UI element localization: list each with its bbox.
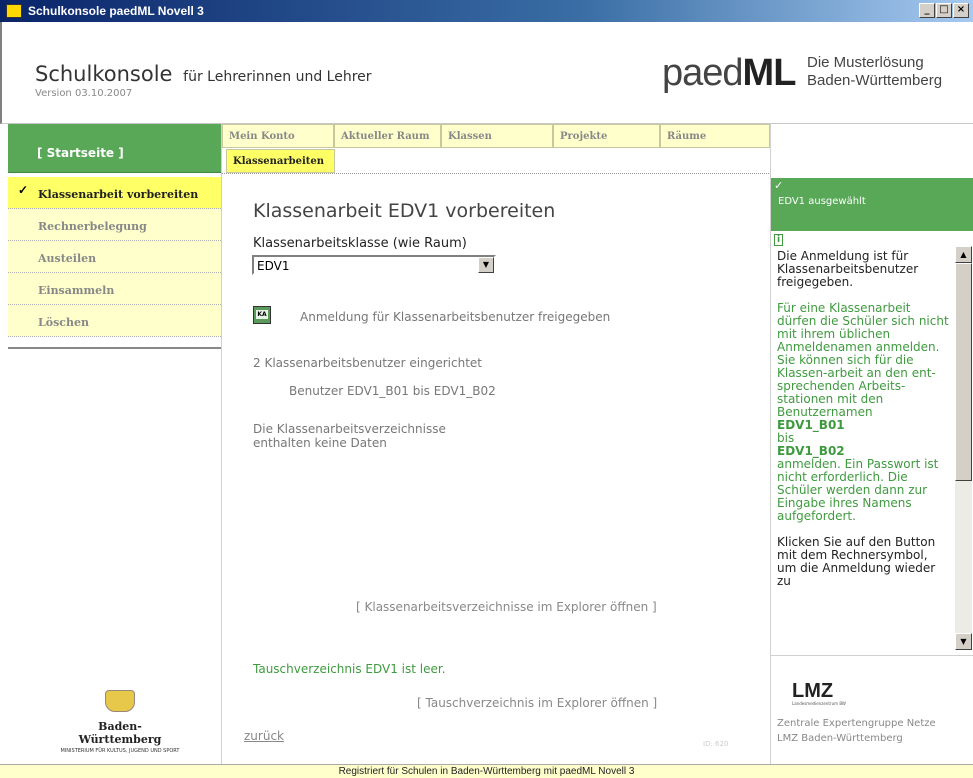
right-divider bbox=[771, 655, 973, 656]
lmz-logo-sub: Landesmedienzentrum BW bbox=[792, 701, 846, 706]
help-paragraph-3: Klicken Sie auf den Button mit dem Rechn… bbox=[777, 535, 936, 588]
sidebar-item-label: Rechnerbelegung bbox=[38, 220, 147, 233]
sidebar-item-label: Löschen bbox=[38, 316, 89, 329]
left-column-border bbox=[221, 124, 222, 764]
help-bis: bis bbox=[777, 431, 795, 445]
help-text-2a: Für eine Klassenarbeit dürfen die Schüle… bbox=[777, 301, 949, 419]
sidebar-item-label: Klassenarbeit vorbereiten bbox=[38, 188, 199, 201]
bw-logo-ministry: MINISTERIUM FÜR KULTUS, JUGEND UND SPORT bbox=[60, 748, 180, 754]
status-panel: ✓ EDV1 ausgewählt bbox=[771, 178, 973, 231]
version-text: Version 03.10.2007 bbox=[35, 88, 133, 99]
dir-status-line1: Die Klassenarbeitsverzeichnisse bbox=[253, 422, 446, 436]
help-scrollbar[interactable]: ▲ ▼ bbox=[955, 246, 972, 650]
brand-subtitle: für Lehrerinnen und Lehrer bbox=[183, 69, 372, 85]
window-title-bar: Schulkonsole paedML Novell 3 _ □ × bbox=[0, 0, 973, 22]
tab-mein-konto[interactable]: Mein Konto bbox=[222, 124, 334, 148]
tab-klassen[interactable]: Klassen bbox=[441, 124, 553, 148]
login-status-text: Anmeldung für Klassenarbeitsbenutzer fre… bbox=[300, 310, 611, 324]
check-icon: ✓ bbox=[774, 179, 784, 192]
logo-tagline-1: Die Musterlösung bbox=[807, 54, 924, 71]
page-header: Schulkonsole für Lehrerinnen und Lehrer … bbox=[0, 22, 973, 124]
page-title: Klassenarbeit EDV1 vorbereiten bbox=[253, 200, 556, 222]
logo-light: paed bbox=[662, 52, 744, 94]
open-swap-link[interactable]: [ Tauschverzeichnis im Explorer öffnen ] bbox=[417, 696, 657, 710]
tab-klassenarbeiten[interactable]: Klassenarbeiten bbox=[226, 149, 335, 173]
app-icon bbox=[6, 4, 22, 18]
sidebar-item-label: Einsammeln bbox=[38, 284, 115, 297]
bw-logo-name: Baden-Württemberg bbox=[78, 720, 162, 746]
scroll-down-icon[interactable]: ▼ bbox=[955, 633, 972, 650]
ka-icon-label: KA bbox=[256, 310, 268, 319]
crest-icon bbox=[105, 690, 135, 712]
class-select[interactable]: EDV1 ▼ bbox=[252, 255, 496, 275]
sidebar-item-einsammeln[interactable]: Einsammeln bbox=[8, 273, 221, 305]
lmz-logo: LMZ Landesmedienzentrum BW bbox=[792, 680, 846, 706]
users-created-text: 2 Klassenarbeitsbenutzer eingerichtet bbox=[253, 356, 483, 370]
sidebar-item-label: Austeilen bbox=[38, 252, 97, 265]
lmz-credit-line2: LMZ Baden-Württemberg bbox=[777, 733, 903, 744]
info-icon: i bbox=[774, 234, 784, 246]
chevron-down-icon[interactable]: ▼ bbox=[478, 257, 494, 273]
help-user-1: EDV1_B01 bbox=[777, 418, 845, 432]
maximize-button[interactable]: □ bbox=[936, 3, 952, 18]
help-paragraph-2: Für eine Klassenarbeit dürfen die Schüle… bbox=[777, 302, 949, 523]
window-controls: _ □ × bbox=[919, 3, 969, 18]
tab-divider bbox=[222, 173, 771, 174]
help-paragraph-1: Die Anmeldung ist für Klassenarbeitsbenu… bbox=[777, 250, 919, 289]
paedml-logo: paedML bbox=[662, 52, 797, 95]
back-link[interactable]: zurück bbox=[244, 729, 284, 743]
lmz-credit: Zentrale Expertengruppe Netze LMZ Baden-… bbox=[777, 716, 936, 746]
swap-empty-text: Tauschverzeichnis EDV1 ist leer. bbox=[253, 662, 446, 676]
check-icon: ✓ bbox=[18, 183, 29, 197]
help-user-2: EDV1_B02 bbox=[777, 444, 845, 458]
sidebar-item-klassenarbeit-vorbereiten[interactable]: ✓ Klassenarbeit vorbereiten bbox=[8, 177, 221, 209]
dir-status-line2: enthalten keine Daten bbox=[253, 436, 387, 450]
sidebar: ✓ Klassenarbeit vorbereiten Rechnerbeleg… bbox=[8, 177, 221, 337]
help-panel: Die Anmeldung ist für Klassenarbeitsbenu… bbox=[777, 250, 949, 650]
window-title: Schulkonsole paedML Novell 3 bbox=[28, 4, 204, 18]
startseite-label: [ Startseite ] bbox=[37, 146, 124, 160]
minimize-button[interactable]: _ bbox=[919, 3, 935, 18]
help-text-2b: anmelden. Ein Passwort ist nicht erforde… bbox=[777, 457, 939, 523]
scrollbar-thumb[interactable] bbox=[955, 263, 972, 481]
page-id: ID: 620 bbox=[703, 740, 729, 748]
tab-raeume[interactable]: Räume bbox=[660, 124, 770, 148]
logo-tagline: Die Musterlösung Baden-Württemberg bbox=[807, 54, 942, 90]
open-dirs-link[interactable]: [ Klassenarbeitsverzeichnisse im Explore… bbox=[356, 600, 657, 614]
sidebar-item-austeilen[interactable]: Austeilen bbox=[8, 241, 221, 273]
sidebar-divider bbox=[8, 347, 222, 349]
tab-projekte[interactable]: Projekte bbox=[553, 124, 660, 148]
lmz-logo-text: LMZ bbox=[792, 680, 834, 702]
computer-toggle-icon[interactable]: KA bbox=[253, 306, 271, 324]
tab-aktueller-raum[interactable]: Aktueller Raum bbox=[334, 124, 441, 148]
brand-title: Schulkonsole für Lehrerinnen und Lehrer bbox=[35, 62, 372, 86]
sidebar-item-rechnerbelegung[interactable]: Rechnerbelegung bbox=[8, 209, 221, 241]
scroll-up-icon[interactable]: ▲ bbox=[955, 246, 972, 263]
brand-name: Schulkonsole bbox=[35, 62, 173, 86]
class-select-value: EDV1 bbox=[257, 259, 290, 273]
close-button[interactable]: × bbox=[953, 3, 969, 18]
lmz-credit-line1: Zentrale Expertengruppe Netze bbox=[777, 718, 936, 729]
logo-tagline-2: Baden-Württemberg bbox=[807, 72, 943, 89]
baden-wuerttemberg-logo: Baden-Württemberg MINISTERIUM FÜR KULTUS… bbox=[60, 690, 180, 754]
class-select-label: Klassenarbeitsklasse (wie Raum) bbox=[253, 236, 467, 251]
status-text: EDV1 ausgewählt bbox=[778, 196, 866, 207]
logo-bold: ML bbox=[742, 52, 797, 94]
users-range-text: Benutzer EDV1_B01 bis EDV1_B02 bbox=[289, 384, 496, 398]
sidebar-item-loeschen[interactable]: Löschen bbox=[8, 305, 221, 337]
startseite-link[interactable]: [ Startseite ] bbox=[8, 124, 221, 173]
footer: Registriert für Schulen in Baden-Württem… bbox=[0, 764, 973, 778]
